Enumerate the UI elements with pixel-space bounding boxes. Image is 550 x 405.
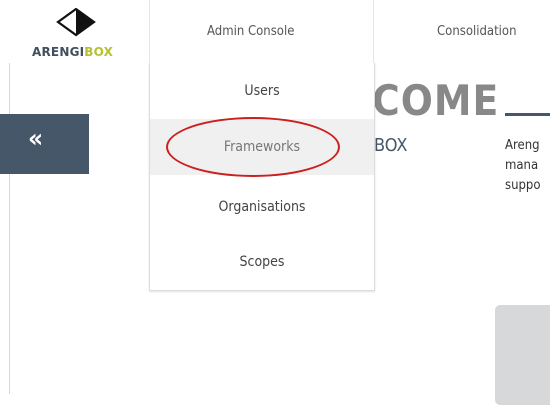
intro-line: Areng (505, 138, 540, 153)
menu-item-organisations[interactable]: Organisations (150, 179, 374, 235)
intro-line: mana (505, 158, 539, 173)
nav-divider (149, 0, 150, 63)
highlight-annotation-ellipse (166, 117, 340, 177)
collapse-sidebar-button[interactable] (0, 114, 89, 174)
title-underline (505, 113, 550, 116)
admin-console-dropdown: Users Frameworks Organisations Scopes (149, 63, 375, 291)
menu-item-users[interactable]: Users (150, 63, 374, 119)
page-left-border (9, 63, 10, 394)
nav-divider (373, 0, 374, 63)
brand-name: ARENGIBOX (32, 45, 113, 59)
nav-admin-console[interactable]: Admin Console (207, 24, 294, 39)
menu-item-scopes[interactable]: Scopes (150, 234, 374, 290)
brand-name-part1: ARENGI (32, 45, 85, 59)
brand-name-part2: BOX (84, 45, 114, 59)
welcome-title: COME (372, 76, 500, 125)
intro-text: Areng mana suppo (505, 136, 550, 196)
intro-line: suppo (505, 178, 541, 193)
double-chevron-left-icon[interactable]: « (28, 124, 43, 154)
content-card (495, 305, 550, 405)
welcome-subtitle: BOX (374, 135, 408, 156)
nav-consolidation[interactable]: Consolidation (437, 24, 516, 39)
